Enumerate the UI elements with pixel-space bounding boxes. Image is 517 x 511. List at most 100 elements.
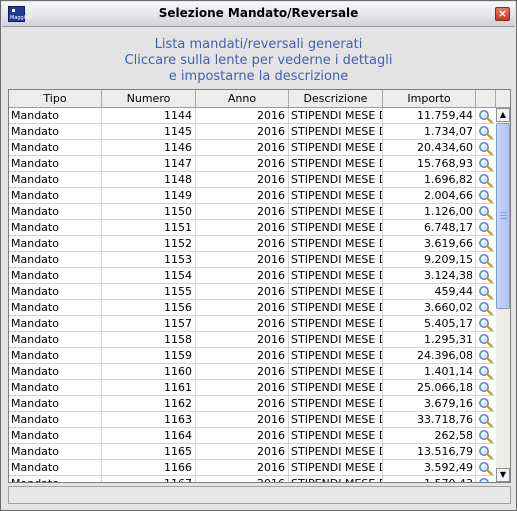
cell-importo: 1.401,14 <box>383 364 476 379</box>
cell-importo: 262,58 <box>383 428 476 443</box>
table-row[interactable]: Mandato 1165 2016 STIPENDI MESE DI 13.516,79 <box>9 444 495 460</box>
cell-numero: 1153 <box>102 252 196 267</box>
magnifier-icon[interactable] <box>478 141 493 155</box>
cell-details-action[interactable] <box>476 300 495 315</box>
cell-details-action[interactable] <box>476 252 495 267</box>
table-row[interactable]: Mandato 1152 2016 STIPENDI MESE DI 3.619,66 <box>9 236 495 252</box>
cell-details-action[interactable] <box>476 364 495 379</box>
magnifier-icon[interactable] <box>478 445 493 459</box>
table-row[interactable]: Mandato 1146 2016 STIPENDI MESE DI 20.434,60 <box>9 140 495 156</box>
column-header-numero[interactable]: Numero <box>102 90 196 107</box>
magnifier-icon[interactable] <box>478 221 493 235</box>
cell-details-action[interactable] <box>476 108 495 123</box>
table-row[interactable]: Mandato 1154 2016 STIPENDI MESE DI 3.124,38 <box>9 268 495 284</box>
cell-descrizione: STIPENDI MESE DI <box>291 428 383 443</box>
table-row[interactable]: Mandato 1155 2016 STIPENDI MESE DI 459,44 <box>9 284 495 300</box>
column-header-anno[interactable]: Anno <box>196 90 289 107</box>
cell-details-action[interactable] <box>476 332 495 347</box>
table-row[interactable]: Mandato 1153 2016 STIPENDI MESE DI 9.209,15 <box>9 252 495 268</box>
table-row[interactable]: Mandato 1157 2016 STIPENDI MESE DI 5.405,17 <box>9 316 495 332</box>
magnifier-icon[interactable] <box>478 269 493 283</box>
cell-details-action[interactable] <box>476 348 495 363</box>
scroll-thumb[interactable] <box>496 123 510 309</box>
cell-details-action[interactable] <box>476 140 495 155</box>
cell-descrizione: STIPENDI MESE DI <box>291 316 383 331</box>
cell-details-action[interactable] <box>476 236 495 251</box>
scroll-down-button[interactable]: ▼ <box>496 468 510 482</box>
magnifier-icon[interactable] <box>478 365 493 379</box>
table-row[interactable]: Mandato11672016STIPENDI MESE DI1.570,43 <box>9 476 495 482</box>
cell-descrizione: STIPENDI MESE DI <box>291 412 383 427</box>
title-bar[interactable]: Maggioli Selezione Mandato/Reversale × <box>2 2 515 27</box>
cell-details-action[interactable] <box>476 220 495 235</box>
table-row[interactable]: Mandato 1145 2016 STIPENDI MESE DI 1.734,07 <box>9 124 495 140</box>
vertical-scrollbar[interactable]: ▲ ▼ <box>496 108 510 482</box>
magnifier-icon[interactable] <box>478 317 493 331</box>
magnifier-icon[interactable] <box>478 397 493 411</box>
magnifier-icon[interactable] <box>478 237 493 251</box>
column-header-importo[interactable]: Importo <box>383 90 476 107</box>
table-body: Mandato 1144 2016 STIPENDI MESE DI 11.759,44… <box>9 108 495 482</box>
cell-anno: 2016 <box>196 316 289 331</box>
table-row[interactable]: Mandato 1161 2016 STIPENDI MESE DI 25.066,18 <box>9 380 495 396</box>
cell-numero: 1147 <box>102 156 196 171</box>
magnifier-icon[interactable] <box>478 461 493 475</box>
column-header-tipo[interactable]: Tipo <box>9 90 102 107</box>
table-row[interactable]: Mandato 1163 2016 STIPENDI MESE DI 33.718,76 <box>9 412 495 428</box>
cell-tipo: Mandato <box>9 204 102 219</box>
magnifier-icon[interactable] <box>478 349 493 363</box>
cell-details-action[interactable] <box>476 460 495 475</box>
scroll-up-button[interactable]: ▲ <box>496 108 510 122</box>
magnifier-icon[interactable] <box>478 205 493 219</box>
table-row[interactable]: Mandato 1150 2016 STIPENDI MESE DI 1.126,00 <box>9 204 495 220</box>
magnifier-icon[interactable] <box>478 429 493 443</box>
cell-details-action[interactable] <box>476 316 495 331</box>
cell-details-action[interactable] <box>476 444 495 459</box>
magnifier-icon[interactable] <box>478 413 493 427</box>
cell-importo: 15.768,93 <box>383 156 476 171</box>
close-button[interactable]: × <box>495 7 510 21</box>
magnifier-icon[interactable] <box>478 381 493 395</box>
cell-details-action[interactable] <box>476 284 495 299</box>
cell-details-action[interactable] <box>476 124 495 139</box>
magnifier-icon[interactable] <box>478 189 493 203</box>
cell-details-action[interactable] <box>476 476 495 482</box>
table-row[interactable]: Mandato 1147 2016 STIPENDI MESE DI 15.768,93 <box>9 156 495 172</box>
table-row[interactable]: Mandato 1144 2016 STIPENDI MESE DI 11.759,44 <box>9 108 495 124</box>
magnifier-icon[interactable] <box>478 477 493 482</box>
cell-details-action[interactable] <box>476 188 495 203</box>
cell-details-action[interactable] <box>476 156 495 171</box>
table-row[interactable]: Mandato 1156 2016 STIPENDI MESE DI 3.660,02 <box>9 300 495 316</box>
table-row[interactable]: Mandato 1164 2016 STIPENDI MESE DI 262,58 <box>9 428 495 444</box>
cell-details-action[interactable] <box>476 396 495 411</box>
column-header-descrizione[interactable]: Descrizione <box>289 90 383 107</box>
table-row[interactable]: Mandato 1149 2016 STIPENDI MESE DI 2.004,66 <box>9 188 495 204</box>
cell-tipo: Mandato <box>9 364 102 379</box>
cell-details-action[interactable] <box>476 428 495 443</box>
magnifier-icon[interactable] <box>478 253 493 267</box>
cell-tipo: Mandato <box>9 476 102 482</box>
table-row[interactable]: Mandato 1158 2016 STIPENDI MESE DI 1.295,31 <box>9 332 495 348</box>
table-row[interactable]: Mandato 1160 2016 STIPENDI MESE DI 1.401,14 <box>9 364 495 380</box>
table-row[interactable]: Mandato 1162 2016 STIPENDI MESE DI 3.679,16 <box>9 396 495 412</box>
cell-descrizione: STIPENDI MESE DI <box>291 364 383 379</box>
magnifier-icon[interactable] <box>478 109 493 123</box>
cell-details-action[interactable] <box>476 412 495 427</box>
cell-details-action[interactable] <box>476 380 495 395</box>
table-row[interactable]: Mandato 1148 2016 STIPENDI MESE DI 1.696,82 <box>9 172 495 188</box>
magnifier-icon[interactable] <box>478 157 493 171</box>
table-row[interactable]: Mandato 1159 2016 STIPENDI MESE DI 24.396,08 <box>9 348 495 364</box>
cell-tipo: Mandato <box>9 236 102 251</box>
magnifier-icon[interactable] <box>478 301 493 315</box>
magnifier-icon[interactable] <box>478 125 493 139</box>
cell-importo: 3.124,38 <box>383 268 476 283</box>
cell-numero: 1152 <box>102 236 196 251</box>
magnifier-icon[interactable] <box>478 333 493 347</box>
table-row[interactable]: Mandato 1166 2016 STIPENDI MESE DI 3.592,49 <box>9 460 495 476</box>
magnifier-icon[interactable] <box>478 173 493 187</box>
cell-details-action[interactable] <box>476 268 495 283</box>
cell-details-action[interactable] <box>476 204 495 219</box>
table-row[interactable]: Mandato 1151 2016 STIPENDI MESE DI 6.748,17 <box>9 220 495 236</box>
magnifier-icon[interactable] <box>478 285 493 299</box>
cell-details-action[interactable] <box>476 172 495 187</box>
